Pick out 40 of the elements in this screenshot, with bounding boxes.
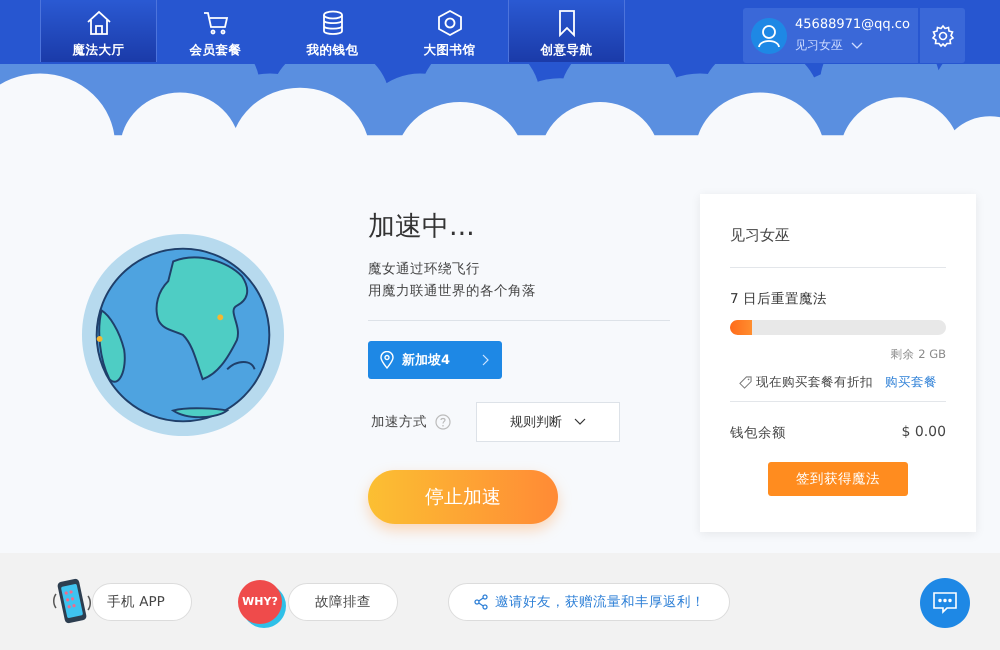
- chevron-down-icon: [851, 42, 863, 50]
- settings-button[interactable]: [920, 8, 965, 63]
- buy-plan-link[interactable]: 购买套餐: [885, 374, 937, 391]
- house-icon: [84, 9, 112, 37]
- account-level: 见习女巫: [795, 37, 843, 54]
- wallet-label: 钱包余额: [730, 424, 786, 442]
- chevron-down-icon: [574, 418, 586, 426]
- invite-button[interactable]: 邀请好友，获赠流量和丰厚返利！: [448, 582, 730, 620]
- cart-icon: [202, 9, 230, 37]
- status-title: 加速中...: [368, 210, 476, 244]
- promo-text: 现在购买套餐有折扣: [756, 374, 873, 391]
- tag-icon: [739, 376, 752, 389]
- reset-text: 7 日后重置魔法: [730, 290, 828, 308]
- mobile-app-button[interactable]: 手机 APP: [92, 582, 192, 620]
- chat-button[interactable]: [920, 578, 970, 628]
- why-badge: WHY?: [238, 580, 282, 624]
- nav-tab[interactable]: 创意导航: [508, 0, 625, 62]
- chat-icon: [932, 591, 958, 615]
- settings-icon: [930, 24, 954, 48]
- remaining-text: 剩余 2 GB: [890, 347, 946, 362]
- nav-tab[interactable]: 大图书馆: [391, 0, 508, 62]
- hexagon-icon: [436, 9, 464, 37]
- mode-dropdown[interactable]: 规则判断: [476, 402, 620, 442]
- mode-label: 加速方式: [371, 413, 427, 431]
- location-pin-icon: [380, 351, 394, 369]
- wallet-balance: $ 0.00: [901, 424, 946, 442]
- account-email: 45688971@qq.co: [795, 17, 910, 32]
- account-panel[interactable]: 45688971@qq.co 见习女巫: [743, 8, 918, 63]
- status-description: 魔女通过环绕飞行: [368, 260, 481, 279]
- troubleshoot-button[interactable]: 故障排查: [288, 582, 398, 620]
- chevron-right-icon: [482, 354, 490, 366]
- share-icon: [473, 594, 489, 610]
- avatar-icon: [751, 18, 787, 54]
- nav-tab[interactable]: 会员套餐: [157, 0, 274, 62]
- nav-tab[interactable]: 我的钱包: [274, 0, 391, 62]
- nav-tab[interactable]: 魔法大厅: [40, 0, 157, 62]
- plan-title: 见习女巫: [730, 226, 791, 245]
- status-description: 用魔力联通世界的各个角落: [368, 282, 537, 301]
- server-selector[interactable]: 新加坡4: [368, 341, 502, 379]
- phone-icon: [52, 578, 92, 626]
